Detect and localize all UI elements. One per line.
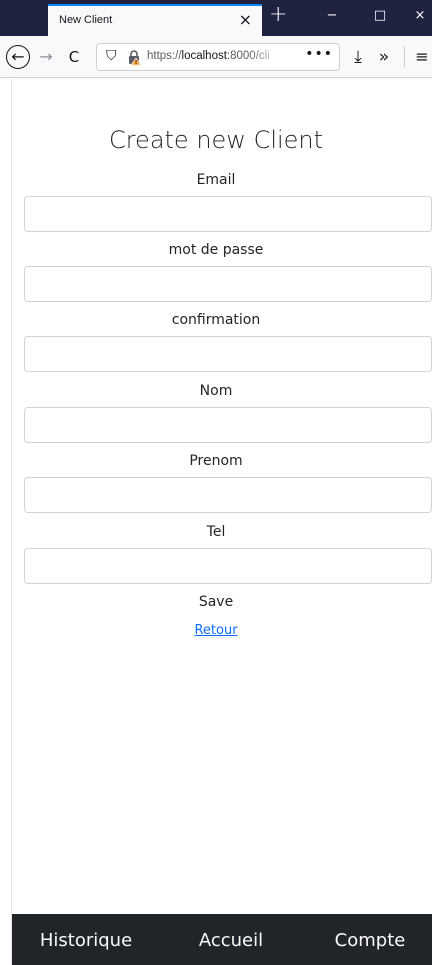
window-minimize-icon[interactable]: − bbox=[312, 0, 352, 36]
new-tab-icon[interactable]: + bbox=[269, 2, 287, 27]
tel-label: Tel bbox=[206, 524, 226, 540]
window-close-icon[interactable]: × bbox=[400, 0, 432, 36]
tel-field[interactable] bbox=[24, 548, 432, 584]
tab-new-client[interactable]: New Client × bbox=[48, 4, 262, 36]
confirmation-field[interactable] bbox=[24, 336, 432, 372]
sidebar-edge bbox=[0, 79, 12, 965]
confirmation-label: confirmation bbox=[171, 312, 261, 328]
forward-arrow-icon[interactable]: → bbox=[34, 45, 58, 69]
download-icon[interactable]: ⤓ bbox=[346, 45, 370, 69]
prenom-label: Prenom bbox=[189, 453, 243, 469]
save-button[interactable]: Save bbox=[0, 594, 432, 610]
tab-title: New Client bbox=[59, 14, 113, 26]
window-maximize-icon[interactable]: □ bbox=[360, 0, 400, 36]
back-arrow-icon[interactable]: ← bbox=[6, 45, 30, 69]
url-bar[interactable]: ⛉ https://localhost:8000/cli ••• bbox=[96, 43, 340, 71]
email-label: Email bbox=[196, 172, 236, 188]
browser-titlebar: New Client × + − □ × bbox=[0, 0, 432, 36]
password-field[interactable] bbox=[24, 266, 432, 302]
nav-item-compte[interactable]: Compte bbox=[322, 916, 418, 965]
page-title: Create new Client bbox=[108, 126, 324, 154]
hamburger-menu-icon[interactable]: ≡ bbox=[410, 45, 432, 69]
browser-toolbar: ← → C ⛉ https://localhost:8000/cli ••• ⤓… bbox=[0, 36, 432, 78]
email-field[interactable] bbox=[24, 196, 432, 232]
password-label: mot de passe bbox=[168, 242, 264, 258]
nav-item-accueil[interactable]: Accueil bbox=[186, 916, 276, 965]
shield-icon[interactable]: ⛉ bbox=[106, 48, 117, 64]
chevron-double-right-icon[interactable]: » bbox=[372, 45, 396, 69]
nav-item-historique[interactable]: Historique bbox=[28, 916, 144, 965]
reload-icon[interactable]: C bbox=[62, 45, 86, 69]
nom-label: Nom bbox=[199, 383, 233, 399]
lock-warning-icon[interactable] bbox=[128, 49, 142, 65]
url-prefix: https:// bbox=[147, 50, 182, 62]
url-host: localhost bbox=[181, 50, 227, 62]
nom-field[interactable] bbox=[24, 407, 432, 443]
page-actions-icon[interactable]: ••• bbox=[305, 46, 333, 62]
toolbar-divider bbox=[404, 46, 405, 68]
tab-close-icon[interactable]: × bbox=[239, 10, 252, 29]
retour-link[interactable]: Retour bbox=[0, 623, 432, 638]
url-fade bbox=[247, 44, 287, 70]
prenom-field[interactable] bbox=[24, 477, 432, 513]
